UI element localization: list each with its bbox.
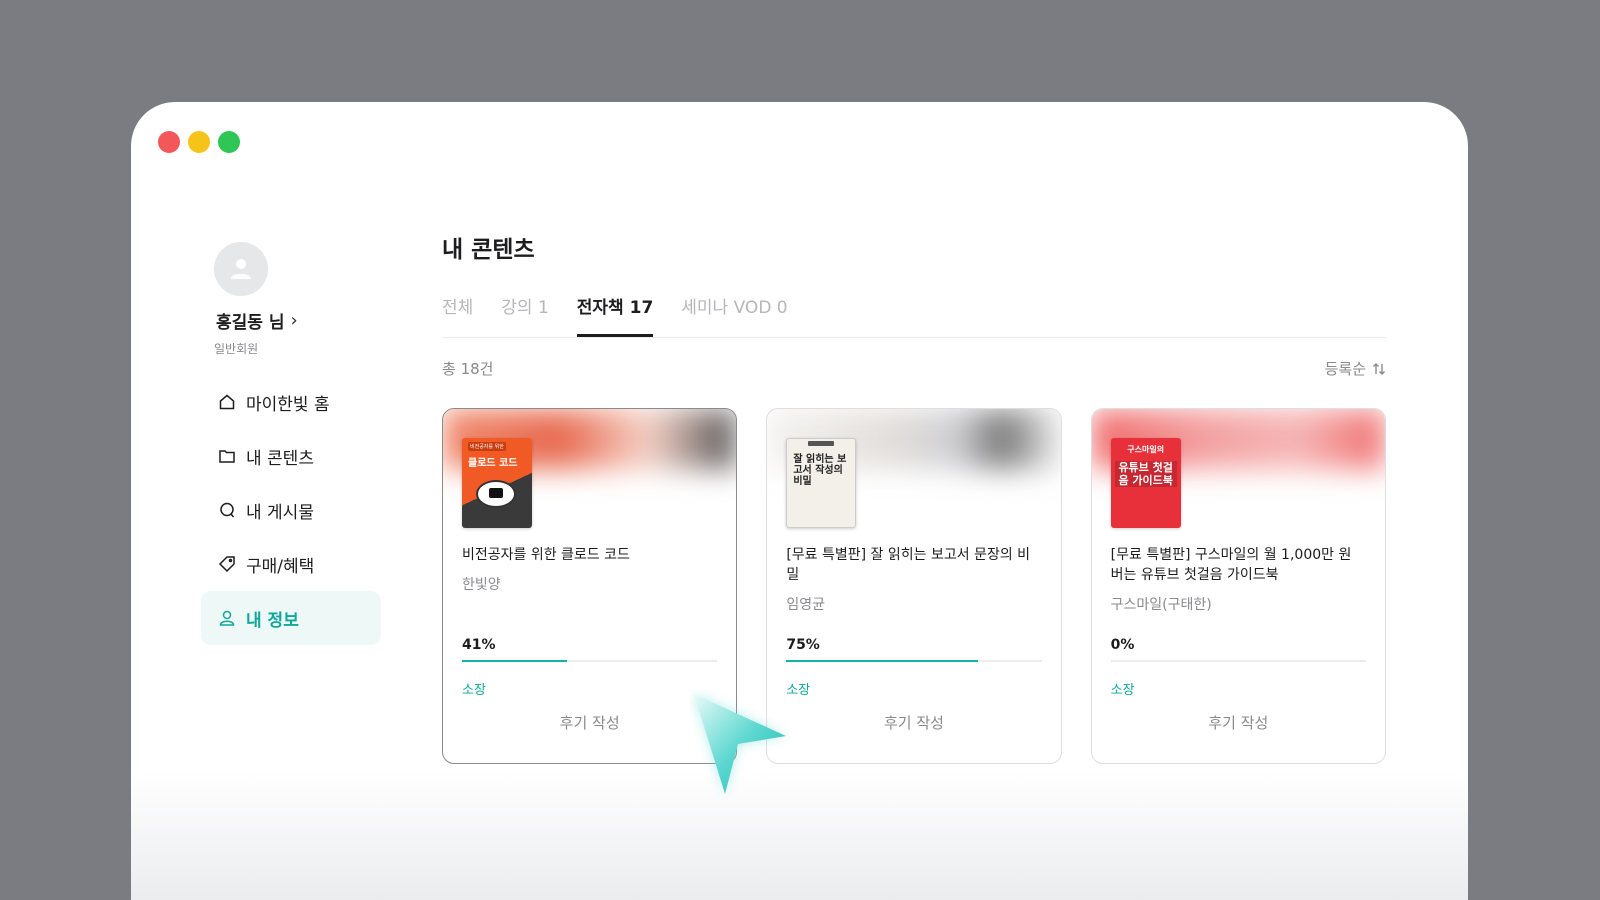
avatar[interactable] [214,242,268,296]
cover-title: 클로드 코드 [468,458,518,469]
progress-bar [462,660,718,662]
book-title[interactable]: [무료 특별판] 잘 읽히는 보고서 문장의 비밀 [786,545,1041,585]
ebook-grid: 비전공자를 위한 클로드 코드 비전공자를 위한 클로드 코드 한빛양 41% … [442,408,1386,764]
sort-button[interactable]: 등록순 [1325,358,1386,379]
maximize-window-button[interactable] [218,131,240,153]
profile-link[interactable]: 홍길동 님 › [216,308,391,333]
sidebar-item-my-contents[interactable]: 내 콘텐츠 [201,429,381,483]
pointer-cursor-icon [694,694,786,794]
home-icon [219,394,235,410]
user-icon [219,610,235,626]
sidebar: 홍길동 님 › 일반회원 마이한빛 홈 내 콘텐츠 내 게시물 구매/혜택 내 … [201,242,391,645]
progress-percent: 75% [786,637,820,653]
chat-icon [220,502,235,518]
cover-badge: 비전공자를 위한 [468,442,506,451]
card-body: [무료 특별판] 잘 읽히는 보고서 문장의 비밀 임영균 [786,545,1041,614]
card-header: 잘 읽히는 보고서 작성의 비밀 [767,409,1061,539]
ebook-card[interactable]: 구스마일의 유튜브 첫걸음 가이드북 [무료 특별판] 구스마일의 월 1,00… [1090,408,1386,764]
progress-bar [1110,660,1366,662]
member-grade: 일반회원 [214,342,259,356]
person-icon [231,259,251,279]
sidebar-item-home[interactable]: 마이한빛 홈 [201,375,381,429]
book-author: 한빛양 [462,577,501,593]
write-review-button[interactable]: 후기 작성 [1092,712,1385,733]
list-meta: 총 18건 등록순 [442,358,1386,379]
tab-ebooks[interactable]: 전자책 17 [576,290,653,337]
main-content: 내 콘텐츠 전체 강의 1 전자책 17 세미나 VOD 0 총 18건 등록순 [442,230,1386,764]
book-author: 구스마일(구태한) [1110,597,1212,613]
sidebar-item-label: 내 게시물 [246,502,314,523]
window-controls [158,131,240,153]
app-window: 홍길동 님 › 일반회원 마이한빛 홈 내 콘텐츠 내 게시물 구매/혜택 내 … [131,102,1468,900]
minimize-window-button[interactable] [188,131,210,153]
book-cover[interactable]: 비전공자를 위한 클로드 코드 [462,438,532,528]
chip-icon [489,488,503,498]
folder-icon [219,450,235,463]
progress-fill [786,660,978,662]
book-author: 임영균 [786,597,825,613]
chevron-right-icon: › [290,310,298,331]
tab-lectures[interactable]: 강의 1 [501,290,549,337]
tab-seminar-vod[interactable]: 세미나 VOD 0 [681,290,787,337]
progress-bar [786,660,1042,662]
cover-title: 잘 읽히는 보고서 작성의 비밀 [793,454,847,487]
close-window-button[interactable] [158,131,180,153]
content-tabs: 전체 강의 1 전자책 17 세미나 VOD 0 [442,290,1386,338]
sort-label: 등록순 [1324,360,1366,378]
sidebar-item-label: 내 정보 [246,610,299,631]
book-title[interactable]: [무료 특별판] 구스마일의 월 1,000만 원 버는 유튜브 첫걸음 가이드… [1111,545,1366,585]
tab-all[interactable]: 전체 [442,290,473,337]
card-body: 비전공자를 위한 클로드 코드 한빛양 [462,545,717,594]
progress-percent: 41% [462,637,496,653]
ownership-badge: 소장 [462,683,486,698]
cover-badge: 구스마일의 [1127,445,1165,454]
book-title[interactable]: 비전공자를 위한 클로드 코드 [462,545,717,565]
sidebar-item-label: 내 콘텐츠 [246,448,314,469]
write-review-button[interactable]: 후기 작성 [767,712,1060,733]
sidebar-nav: 마이한빛 홈 내 콘텐츠 내 게시물 구매/혜택 내 정보 [201,375,391,645]
sidebar-item-purchases[interactable]: 구매/혜택 [201,537,381,591]
ebook-card[interactable]: 잘 읽히는 보고서 작성의 비밀 [무료 특별판] 잘 읽히는 보고서 문장의 … [766,408,1062,764]
progress-percent: 0% [1110,637,1135,653]
page-title: 내 콘텐츠 [442,237,535,263]
total-count: 총 18건 [442,360,494,378]
sidebar-item-my-posts[interactable]: 내 게시물 [201,483,381,537]
sidebar-item-label: 마이한빛 홈 [246,394,330,415]
card-header: 비전공자를 위한 클로드 코드 [443,409,737,539]
card-body: [무료 특별판] 구스마일의 월 1,000만 원 버는 유튜브 첫걸음 가이드… [1111,545,1366,614]
book-cover[interactable]: 구스마일의 유튜브 첫걸음 가이드북 [1110,438,1181,528]
book-cover[interactable]: 잘 읽히는 보고서 작성의 비밀 [786,438,857,528]
ownership-badge: 소장 [1110,683,1135,698]
clipboard-clip [808,441,835,446]
sidebar-item-my-info[interactable]: 내 정보 [201,591,381,645]
user-name: 홍길동 님 [216,313,285,333]
sort-icon [1373,362,1385,375]
progress-fill [462,660,567,662]
sidebar-item-label: 구매/혜택 [246,556,315,577]
card-header: 구스마일의 유튜브 첫걸음 가이드북 [1091,409,1385,539]
tag-icon [218,556,235,573]
cover-title: 유튜브 첫걸음 가이드북 [1114,461,1177,487]
